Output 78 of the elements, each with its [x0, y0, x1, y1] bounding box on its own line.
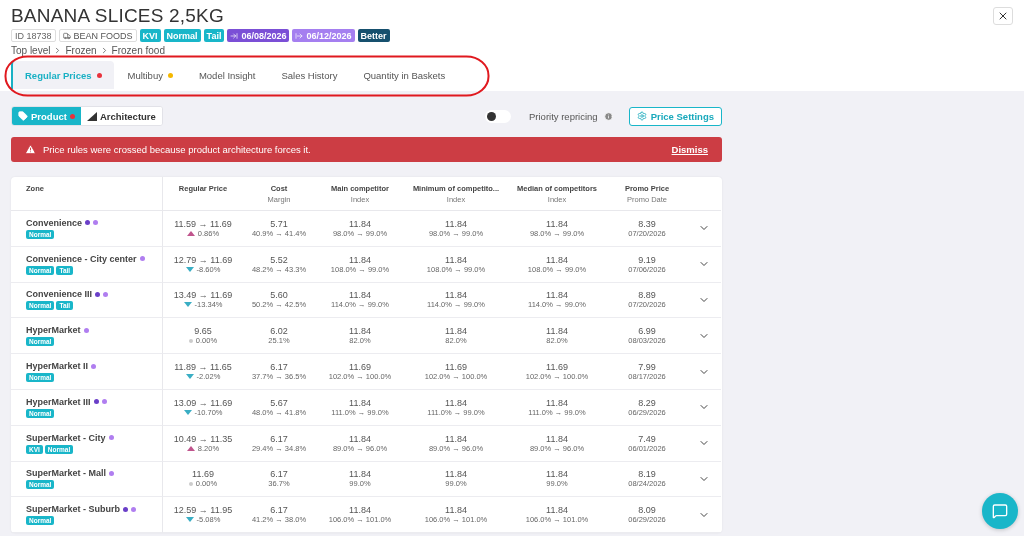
priority-label: Priority repricing	[529, 110, 598, 122]
dismiss-link[interactable]: Dismiss	[671, 144, 708, 155]
product-tag: BEAN FOODS	[58, 29, 137, 42]
zone-name: SuperMarket - City	[26, 432, 106, 443]
price-value: 13.09 → 11.69	[173, 397, 233, 408]
cell-value: 7.49	[638, 433, 656, 444]
cell-value: 11.84	[445, 326, 467, 337]
cell-value: 6.99	[638, 326, 656, 337]
breadcrumb-item[interactable]: Frozen food	[111, 45, 165, 56]
product-tag: 06/08/2026	[227, 29, 290, 42]
zone-name: HyperMarket III	[26, 396, 91, 407]
price-value: 9.65	[194, 326, 212, 337]
product-tag: Normal	[163, 29, 201, 42]
cell-value: 11.84	[349, 290, 371, 301]
cell-value: 11.84	[349, 397, 371, 408]
cell-value: 6.17	[270, 362, 288, 373]
price-value: 11.89 → 11.65	[174, 362, 232, 373]
cell-value: 5.67	[270, 397, 288, 408]
cell-value: 11.69	[349, 362, 371, 373]
cell-value: 11.84	[546, 469, 568, 480]
product-tag: KVI	[139, 29, 161, 42]
cell-value: 7.99	[638, 362, 656, 373]
cell-value: 5.71	[270, 218, 288, 229]
cell-value: 8.89	[638, 290, 656, 301]
zone-name: HyperMarket II	[26, 361, 89, 372]
cell-value: 11.84	[445, 218, 467, 229]
zone-name: Convenience III	[26, 289, 93, 300]
cell-value: 11.84	[349, 218, 371, 229]
cell-value: 6.17	[270, 505, 288, 516]
cell-value: 5.52	[270, 254, 288, 265]
price-value: 12.59 → 11.95	[173, 505, 233, 516]
cell-value: 11.84	[445, 254, 467, 265]
zone-name: SuperMarket - Suburb	[26, 504, 120, 515]
cell-value: 11.84	[445, 505, 467, 516]
cell-value: 11.84	[445, 433, 467, 444]
cell-value: 11.84	[349, 469, 371, 480]
cell-value: 6.17	[270, 433, 288, 444]
cell-value: 6.17	[270, 469, 288, 480]
cell-value: 11.84	[445, 290, 467, 301]
cell-value: 8.09	[638, 505, 656, 516]
price-value: 10.49 → 11.35	[173, 433, 233, 444]
cell-value: 11.84	[445, 397, 467, 408]
cell-value: 11.84	[445, 469, 467, 480]
cell-value: 9.19	[638, 254, 656, 265]
cell-value: 6.02	[270, 326, 288, 337]
product-title: BANANA SLICES 2,5KG	[11, 6, 224, 26]
cell-value: 11.84	[349, 254, 371, 265]
product-tag: ID 18738	[11, 29, 56, 42]
product-tag: Better	[357, 29, 390, 42]
alert-message: Price rules were crossed because product architecture forces it.	[43, 144, 312, 155]
cell-value: 11.69	[546, 362, 568, 373]
cell-value: 8.19	[638, 469, 656, 480]
cell-value: 11.84	[546, 505, 568, 516]
cell-value: 11.84	[546, 218, 568, 229]
cell-value: 5.60	[270, 290, 288, 301]
breadcrumb-item[interactable]: Top level	[11, 45, 51, 56]
cell-value: 11.84	[546, 397, 568, 408]
breadcrumb-item[interactable]: Frozen	[65, 45, 97, 56]
cell-value: 11.69	[445, 362, 467, 373]
product-tag: Tail	[203, 29, 225, 42]
price-value: 11.69	[192, 469, 214, 480]
zone-name: HyperMarket	[26, 325, 81, 336]
product-tag: 06/12/2026	[292, 29, 355, 42]
price-value: 12.79 → 11.69	[173, 254, 233, 265]
cell-value: 11.84	[546, 290, 568, 301]
cell-value: 8.29	[638, 397, 656, 408]
cell-value: 11.84	[546, 326, 568, 337]
cell-value: 11.84	[349, 505, 371, 516]
zone-name: SuperMarket - Mall	[26, 468, 107, 479]
price-value: 13.49 → 11.69	[173, 290, 233, 301]
cell-value: 11.84	[349, 433, 371, 444]
cell-value: 11.84	[546, 254, 568, 265]
zone-name: Convenience - City center	[26, 253, 137, 264]
cell-value: 11.84	[546, 433, 568, 444]
cell-value: 11.84	[349, 326, 371, 337]
cell-value: 8.39	[638, 218, 656, 229]
zone-name: Convenience	[26, 217, 83, 228]
price-value: 11.59 → 11.69	[174, 218, 232, 229]
